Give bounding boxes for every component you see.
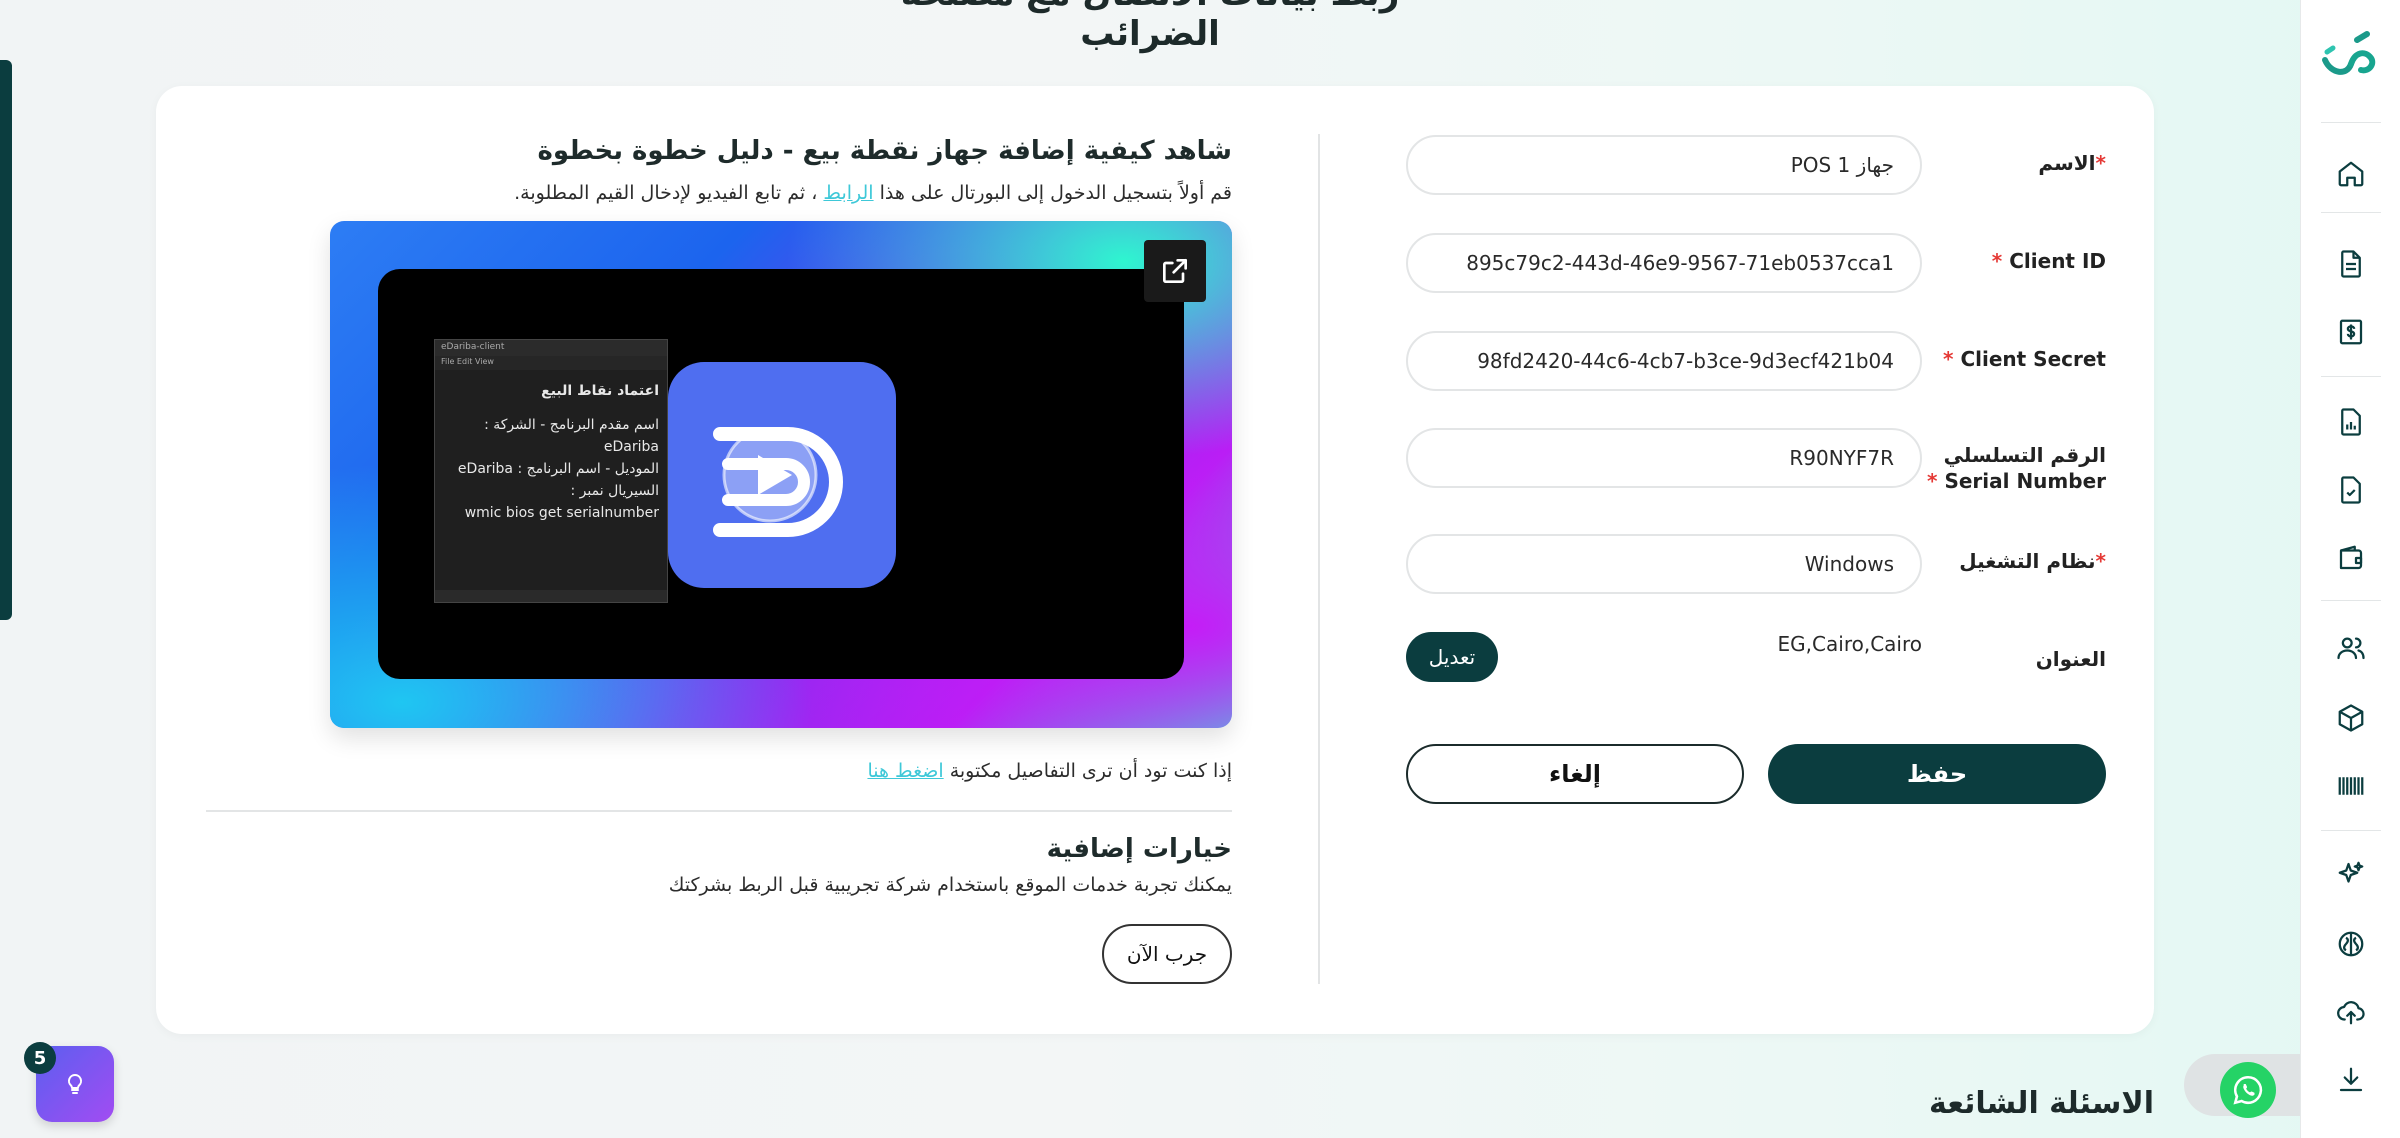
- wallet-icon[interactable]: [2335, 542, 2367, 574]
- serial-field[interactable]: R90NYF7R: [1406, 428, 1922, 488]
- client-id-field[interactable]: 895c79c2-443d-46e9-9567-71eb0537cca1: [1406, 233, 1922, 293]
- client-secret-label: Client Secret *: [1943, 347, 2106, 371]
- address-label: العنوان: [2035, 647, 2106, 671]
- written-guide-note: إذا كنت تود أن ترى التفاصيل مكتوبة اضغط …: [867, 760, 1232, 782]
- brain-icon[interactable]: [2335, 928, 2367, 960]
- name-field[interactable]: جهاز POS 1: [1406, 135, 1922, 195]
- name-label: *الاسم: [2038, 151, 2106, 175]
- extra-options-subtitle: يمكنك تجربة خدمات الموقع باستخدام شركة ت…: [668, 874, 1232, 896]
- client-secret-field[interactable]: 98fd2420-44c6-4cb7-b3ce-9d3ecf421b04: [1406, 331, 1922, 391]
- play-icon[interactable]: [720, 425, 820, 525]
- logo-icon[interactable]: [2321, 30, 2381, 84]
- sidebar: [2300, 0, 2400, 1138]
- guide-subtitle: قم أولاً بتسجيل الدخول إلى البورتال على …: [514, 182, 1232, 204]
- address-value: EG,Cairo,Cairo: [1777, 632, 1922, 656]
- video-terminal-window: eDariba-client File Edit View اعتماد نقا…: [434, 339, 668, 603]
- home-icon[interactable]: [2335, 158, 2367, 190]
- cloud-upload-icon[interactable]: [2335, 996, 2367, 1028]
- written-guide-link[interactable]: اضغط هنا: [867, 760, 943, 782]
- extra-options-title: خيارات إضافية: [1046, 834, 1232, 864]
- notification-badge: 5: [24, 1042, 56, 1074]
- client-id-label: Client ID *: [1991, 249, 2106, 273]
- barcode-icon[interactable]: [2335, 770, 2367, 802]
- scroll-indicator[interactable]: [0, 60, 12, 620]
- section-divider: [206, 810, 1232, 812]
- document-icon[interactable]: [2335, 248, 2367, 280]
- whatsapp-icon[interactable]: [2220, 1062, 2276, 1118]
- page-heading: ربط بيانات الاتصال مع مصلحة الضرائب: [901, 0, 1400, 54]
- os-label: *نظام التشغيل: [1959, 549, 2106, 573]
- guide-title: شاهد كيفية إضافة جهاز نقطة بيع - دليل خط…: [537, 136, 1232, 166]
- column-divider: [1318, 134, 1320, 984]
- faq-title: الاسئلة الشائعة: [1929, 1086, 2154, 1121]
- sparkles-icon[interactable]: [2335, 858, 2367, 890]
- try-now-button[interactable]: جرب الآن: [1102, 924, 1232, 984]
- invoice-dollar-icon[interactable]: [2335, 316, 2367, 348]
- document-check-icon[interactable]: [2335, 474, 2367, 506]
- serial-label: الرقم التسلسلي Serial Number *: [1927, 443, 2106, 493]
- lightbulb-icon: [67, 1073, 83, 1094]
- users-icon[interactable]: [2335, 632, 2367, 664]
- report-chart-icon[interactable]: [2335, 406, 2367, 438]
- edit-address-button[interactable]: تعديل: [1406, 632, 1498, 682]
- open-external-icon[interactable]: [1144, 240, 1206, 302]
- portal-link[interactable]: الرابط: [823, 182, 873, 204]
- save-button[interactable]: حفظ: [1768, 744, 2106, 804]
- cancel-button[interactable]: إلغاء: [1406, 744, 1744, 804]
- os-select[interactable]: Windows: [1406, 534, 1922, 594]
- download-icon[interactable]: [2335, 1064, 2367, 1096]
- package-box-icon[interactable]: [2335, 702, 2367, 734]
